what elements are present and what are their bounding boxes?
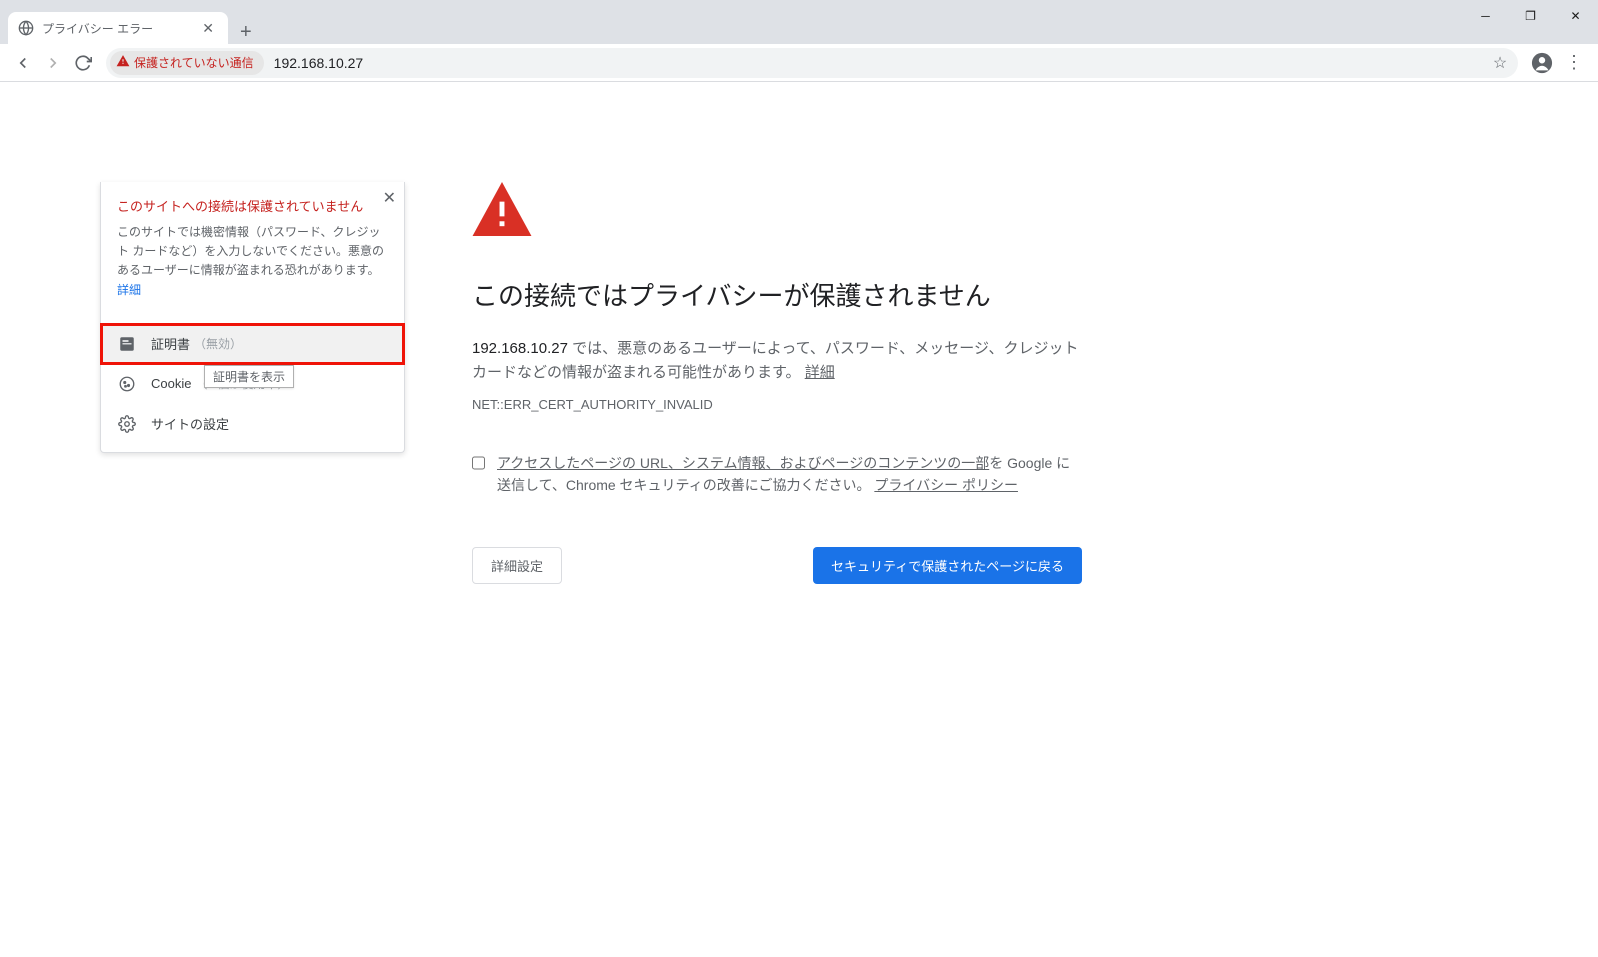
button-row: 詳細設定 セキュリティで保護されたページに戻る xyxy=(472,547,1082,584)
chrome-menu-button[interactable]: ⋮ xyxy=(1558,47,1590,79)
privacy-error-page: この接続ではプライバシーが保護されません 192.168.10.27 では、悪意… xyxy=(472,182,1082,584)
error-ip: 192.168.10.27 xyxy=(472,340,568,357)
window-controls: ─ ❐ ✕ xyxy=(1463,0,1598,32)
privacy-policy-link[interactable]: プライバシー ポリシー xyxy=(874,477,1018,493)
tab-close-icon[interactable]: ✕ xyxy=(198,18,218,39)
error-code: NET::ERR_CERT_AUTHORITY_INVALID xyxy=(472,397,1082,412)
globe-icon xyxy=(18,20,34,36)
cookie-label: Cookie xyxy=(151,376,191,391)
maximize-button[interactable]: ❐ xyxy=(1508,0,1553,32)
certificate-tooltip: 証明書を表示 xyxy=(204,365,294,388)
warning-triangle-large-icon xyxy=(472,182,532,236)
site-info-list: 証明書 （無効） 証明書を表示 Cookie （0 個が使用中） サイトの設定 xyxy=(101,324,404,452)
new-tab-button[interactable]: + xyxy=(228,21,264,44)
forward-button[interactable] xyxy=(38,48,68,78)
opt-in-checkbox[interactable] xyxy=(472,456,485,470)
security-chip[interactable]: 保護されていない通信 xyxy=(110,51,264,75)
error-details-link[interactable]: 詳細 xyxy=(805,364,835,381)
browser-toolbar: 保護されていない通信 192.168.10.27 ☆ ⋮ xyxy=(0,44,1598,82)
privacy-error-body: 192.168.10.27 では、悪意のあるユーザーによって、パスワード、メッセ… xyxy=(472,337,1082,385)
warning-triangle-icon xyxy=(116,54,134,71)
certificate-icon xyxy=(117,334,137,354)
tab-title: プライバシー エラー xyxy=(42,20,198,37)
site-settings-row[interactable]: サイトの設定 xyxy=(101,404,404,444)
profile-button[interactable] xyxy=(1526,47,1558,79)
reload-button[interactable] xyxy=(68,48,98,78)
site-info-popup: ✕ このサイトへの接続は保護されていません このサイトでは機密情報（パスワード、… xyxy=(100,182,405,453)
back-to-safety-button[interactable]: セキュリティで保護されたページに戻る xyxy=(813,547,1082,584)
back-button[interactable] xyxy=(8,48,38,78)
bookmark-star-icon[interactable]: ☆ xyxy=(1486,53,1514,73)
site-settings-label: サイトの設定 xyxy=(151,414,229,433)
advanced-button[interactable]: 詳細設定 xyxy=(472,547,562,584)
gear-icon xyxy=(117,414,137,434)
site-info-desc-text: このサイトでは機密情報（パスワード、クレジット カードなど）を入力しないでくださ… xyxy=(117,225,384,277)
certificate-label: 証明書 xyxy=(151,334,190,353)
window-close-button[interactable]: ✕ xyxy=(1553,0,1598,32)
security-chip-label: 保護されていない通信 xyxy=(134,54,254,71)
opt-in-info-link[interactable]: アクセスしたページの URL、システム情報、およびページのコンテンツの一部 xyxy=(497,455,989,471)
content-area: ✕ このサイトへの接続は保護されていません このサイトでは機密情報（パスワード、… xyxy=(0,182,1598,957)
tab-strip: プライバシー エラー ✕ + ─ ❐ ✕ xyxy=(0,10,1598,44)
site-info-details-link[interactable]: 詳細 xyxy=(117,283,141,297)
privacy-error-headline: この接続ではプライバシーが保護されません xyxy=(472,276,1082,313)
window-titlebar xyxy=(0,0,1598,10)
browser-tab[interactable]: プライバシー エラー ✕ xyxy=(8,12,228,44)
opt-in-text: アクセスしたページの URL、システム情報、およびページのコンテンツの一部を G… xyxy=(497,452,1082,497)
site-info-header: このサイトへの接続は保護されていません このサイトでは機密情報（パスワード、クレ… xyxy=(101,182,404,310)
certificate-status: （無効） xyxy=(194,335,242,352)
certificate-row[interactable]: 証明書 （無効） 証明書を表示 xyxy=(101,324,404,364)
minimize-button[interactable]: ─ xyxy=(1463,0,1508,32)
url-text: 192.168.10.27 xyxy=(268,55,1486,71)
opt-in-row: アクセスしたページの URL、システム情報、およびページのコンテンツの一部を G… xyxy=(472,452,1082,497)
cookie-icon xyxy=(117,374,137,394)
site-info-description: このサイトでは機密情報（パスワード、クレジット カードなど）を入力しないでくださ… xyxy=(117,223,388,300)
address-bar[interactable]: 保護されていない通信 192.168.10.27 ☆ xyxy=(106,48,1518,78)
site-info-title: このサイトへの接続は保護されていません xyxy=(117,196,388,215)
close-icon[interactable]: ✕ xyxy=(383,188,396,208)
